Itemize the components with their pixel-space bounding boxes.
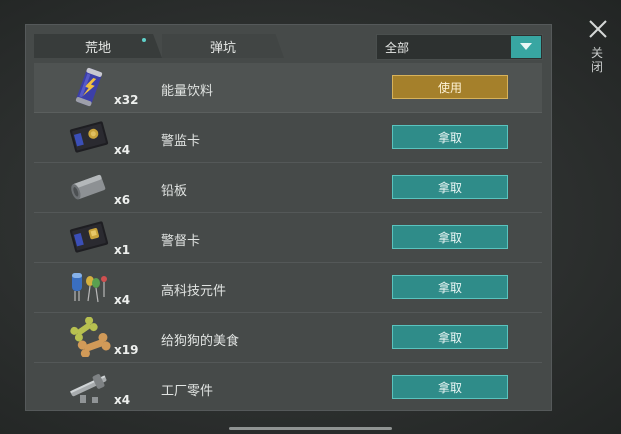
police-card-icon xyxy=(69,121,109,153)
lead-plate-icon xyxy=(71,174,106,200)
police-card-icon xyxy=(69,221,109,253)
filter-dropdown[interactable]: 全部 xyxy=(376,34,543,60)
item-name: 给狗狗的美食 xyxy=(161,334,240,349)
item-list[interactable]: x32 能量饮料 使用 x4 警监卡 拿取 x6 铅板 拿取 x1 警督卡 拿取… xyxy=(34,63,542,405)
take-button[interactable]: 拿取 xyxy=(392,175,508,199)
list-item[interactable]: x4 高科技元件 拿取 xyxy=(34,263,542,313)
hitech-components-icon xyxy=(72,273,107,303)
filter-value: 全部 xyxy=(385,40,410,55)
take-button[interactable]: 拿取 xyxy=(392,325,508,349)
take-button[interactable]: 拿取 xyxy=(392,275,508,299)
item-name: 铅板 xyxy=(161,184,188,199)
factory-parts-icon xyxy=(70,374,107,403)
list-item[interactable]: x4 警监卡 拿取 xyxy=(34,113,542,163)
item-name: 警督卡 xyxy=(161,234,201,249)
list-item[interactable]: x32 能量饮料 使用 xyxy=(34,63,542,113)
take-button[interactable]: 拿取 xyxy=(392,225,508,249)
item-name: 工厂零件 xyxy=(161,384,214,399)
use-button[interactable]: 使用 xyxy=(392,75,508,99)
dropdown-button[interactable] xyxy=(511,36,541,58)
take-button[interactable]: 拿取 xyxy=(392,125,508,149)
list-item[interactable]: x1 警督卡 拿取 xyxy=(34,213,542,263)
home-indicator[interactable] xyxy=(229,427,392,430)
list-item[interactable]: x19 给狗狗的美食 拿取 xyxy=(34,313,542,363)
close-label[interactable]: 关闭 xyxy=(589,46,605,74)
item-quantity: x32 xyxy=(114,93,139,107)
item-quantity: x6 xyxy=(114,193,131,207)
item-quantity: x4 xyxy=(114,293,131,307)
item-quantity: x1 xyxy=(114,243,131,257)
close-icon[interactable] xyxy=(583,14,613,44)
chevron-down-icon xyxy=(520,43,532,50)
tab-label: 弹坑 xyxy=(209,40,236,56)
item-quantity: x4 xyxy=(114,393,131,405)
take-button[interactable]: 拿取 xyxy=(392,375,508,399)
tab-wasteland[interactable]: 荒地 xyxy=(34,34,162,58)
item-name: 能量饮料 xyxy=(161,84,214,99)
inventory-panel: 荒地 弹坑 全部 x32 能量饮料 使用 x4 警监卡 拿取 x6 铅板 拿取 … xyxy=(25,24,552,411)
item-name: 警监卡 xyxy=(161,134,201,149)
tab-label: 荒地 xyxy=(84,40,111,56)
list-item[interactable]: x4 工厂零件 拿取 xyxy=(34,363,542,405)
energy-drink-icon xyxy=(75,67,103,107)
item-name: 高科技元件 xyxy=(161,284,227,299)
item-quantity: x4 xyxy=(114,143,131,157)
tab-crater[interactable]: 弹坑 xyxy=(162,34,284,58)
item-quantity: x19 xyxy=(114,343,139,357)
notification-dot xyxy=(142,38,146,42)
list-item[interactable]: x6 铅板 拿取 xyxy=(34,163,542,213)
dog-treat-icon xyxy=(70,317,111,357)
